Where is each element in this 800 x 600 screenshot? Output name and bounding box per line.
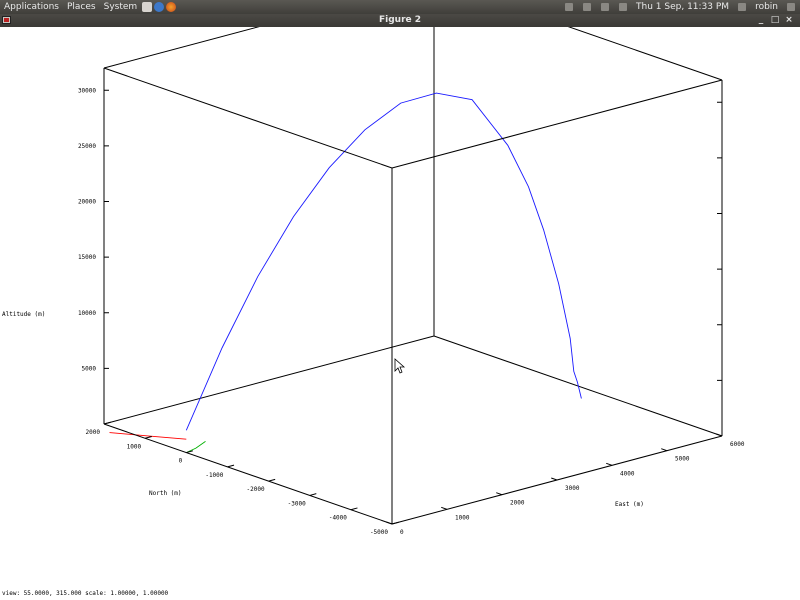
y-tick-mark: [103, 421, 111, 425]
help-icon[interactable]: [154, 2, 165, 12]
y-tick-label: 2000: [86, 429, 101, 436]
box-edge: [103, 67, 393, 169]
window-title: Figure 2: [378, 15, 422, 25]
box-edge: [103, 335, 435, 425]
x-tick-mark: [606, 462, 613, 466]
user-name[interactable]: robin: [751, 0, 782, 14]
y-axis-line: [103, 423, 393, 525]
y-tick-mark: [391, 521, 399, 525]
mail-tray-icon[interactable]: [583, 3, 592, 11]
x-tick-mark: [551, 477, 558, 481]
x-tick-label: 2000: [510, 500, 525, 507]
user-icon: [738, 3, 747, 11]
x-axis-label: East (m): [615, 501, 644, 508]
z-axis-label: Altitude (m): [2, 311, 45, 318]
box-edge: [391, 79, 723, 169]
x-tick-mark: [661, 448, 668, 452]
z-tick-label: 20000: [78, 199, 96, 206]
y-tick-mark: [268, 478, 276, 482]
network-icon[interactable]: [565, 3, 574, 11]
box-edge: [567, 27, 723, 81]
y-tick-label: -3000: [288, 500, 306, 507]
y-tick-mark: [350, 507, 358, 511]
system-menu[interactable]: System: [100, 0, 142, 14]
series-line-1: [109, 432, 187, 440]
z-tick-label: 15000: [78, 254, 96, 261]
battery-icon[interactable]: [601, 3, 610, 11]
x-tick-mark: [441, 506, 448, 510]
series-layer: [109, 92, 582, 454]
x-tick-label: 3000: [565, 485, 580, 492]
y-tick-label: 1000: [127, 443, 142, 450]
z-tick-label: 30000: [78, 87, 96, 94]
x-tick-label: 4000: [620, 470, 635, 477]
y-tick-label: -4000: [329, 515, 347, 522]
y-tick-label: 0: [179, 458, 183, 465]
x-tick-label: 1000: [455, 514, 470, 521]
mouse-cursor-icon: [394, 358, 406, 374]
y-tick-mark: [309, 493, 317, 496]
applications-menu[interactable]: Applications: [0, 0, 63, 14]
x-tick-label: 0: [400, 529, 404, 536]
x-tick-mark: [496, 492, 503, 496]
x-tick-mark: [386, 521, 393, 525]
box-edge: [103, 27, 260, 69]
y-tick-label: -2000: [247, 486, 265, 493]
clock[interactable]: Thu 1 Sep, 11:33 PM: [632, 0, 733, 14]
volume-icon[interactable]: [619, 3, 628, 11]
ticks-layer: 0100020003000400050006000200010000-1000-…: [78, 87, 745, 536]
series-line-0: [185, 92, 582, 431]
places-menu[interactable]: Places: [63, 0, 100, 14]
z-tick-label: 5000: [82, 365, 97, 372]
close-button[interactable]: ×: [782, 14, 796, 27]
maximize-button[interactable]: □: [768, 14, 782, 27]
z-tick-label: 25000: [78, 143, 96, 150]
y-tick-mark: [227, 464, 235, 468]
window-titlebar[interactable]: Figure 2 _ □ ×: [0, 14, 800, 27]
status-bar: view: 55.0000, 315.000 scale: 1.00000, 1…: [2, 590, 169, 597]
axes-box-back: [103, 27, 723, 437]
firefox-icon[interactable]: [166, 2, 177, 12]
minimize-button[interactable]: _: [754, 14, 768, 27]
axes-box-front: [103, 27, 723, 525]
series-line-2: [186, 441, 206, 454]
plot-3d[interactable]: 0100020003000400050006000200010000-1000-…: [0, 27, 800, 587]
y-tick-mark: [145, 436, 152, 439]
x-tick-mark: [716, 433, 723, 437]
window-menu-icon[interactable]: [2, 16, 11, 24]
y-tick-label: -1000: [205, 472, 223, 479]
mail-icon[interactable]: [142, 2, 153, 12]
power-icon[interactable]: [787, 3, 795, 11]
top-panel: Applications Places System Thu 1 Sep, 11…: [0, 0, 800, 14]
x-tick-label: 5000: [675, 456, 690, 463]
x-tick-label: 6000: [730, 441, 745, 448]
y-axis-label: North (m): [149, 490, 182, 497]
z-tick-label: 10000: [78, 310, 96, 317]
y-tick-label: -5000: [370, 529, 388, 536]
